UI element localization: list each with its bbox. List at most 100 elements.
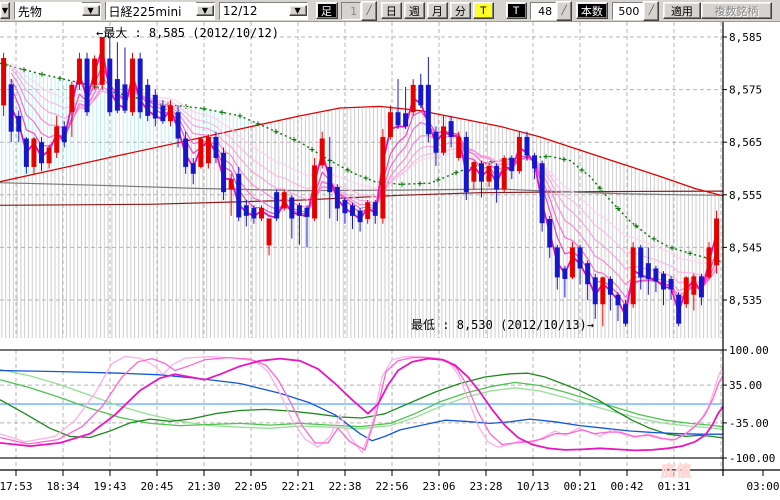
candle [547, 219, 552, 247]
candle [699, 276, 704, 297]
price-axis-label: 8,555 [729, 189, 762, 202]
dropdown-arrow-icon[interactable]: ▼ [289, 5, 307, 16]
candle [623, 304, 628, 323]
candle [707, 247, 712, 277]
dropdown-arrow-icon[interactable]: ▼ [196, 5, 214, 16]
time-axis-label: 00:21 [563, 480, 596, 493]
candle [615, 295, 620, 306]
candle [631, 247, 636, 304]
candle [107, 59, 112, 113]
candle [342, 200, 347, 213]
candle [540, 163, 545, 223]
price-chart-svg[interactable]: 8,5858,5758,5658,5558,5458,535100.0035.0… [0, 22, 780, 500]
candle [714, 218, 719, 265]
ashi-button[interactable]: 足 [316, 2, 338, 19]
candle [449, 121, 454, 137]
candle [198, 139, 203, 167]
candle [456, 137, 461, 158]
tick-black-button[interactable]: T [506, 2, 527, 19]
candle [236, 174, 241, 218]
time-axis-label: 22:21 [281, 480, 314, 493]
time-axis-label: 10/13 [516, 480, 549, 493]
toolbar: ▼ 先物 ▼ 日経225mini ▼ 12/12 ▼ 足 1 ╱ 日 週 月 分… [0, 0, 780, 22]
candle [418, 85, 423, 106]
candle [77, 59, 82, 85]
candle [297, 205, 302, 216]
period-month-button[interactable]: 月 [427, 2, 448, 19]
category-combobox[interactable]: 先物 ▼ [14, 2, 101, 20]
candle [517, 137, 522, 171]
period-minute-button[interactable]: 分 [450, 2, 471, 19]
edge-combo-arrow-button[interactable]: ▼ [0, 2, 10, 19]
oscillator-layer [0, 350, 723, 458]
symbol-combobox[interactable]: 日経225mini ▼ [105, 2, 215, 20]
dropdown-arrow-icon[interactable]: ▼ [82, 5, 100, 16]
candle [168, 105, 173, 121]
candle [267, 218, 272, 245]
osc-axis-label: -35.00 [729, 417, 769, 430]
candle [130, 59, 135, 113]
apply-button[interactable]: 適用 [663, 2, 701, 19]
candle [388, 112, 393, 137]
time-axis-label: 17:53 [0, 480, 33, 493]
candle [464, 137, 469, 192]
multi-symbol-button: 複数銘柄 [701, 2, 772, 19]
interval-spin-button[interactable]: ╱ [361, 1, 377, 21]
price-axis-label: 8,585 [729, 31, 762, 44]
candle [160, 105, 165, 121]
candle [115, 79, 120, 111]
candle [638, 247, 643, 277]
period-week-button[interactable]: 週 [404, 2, 425, 19]
candle [39, 142, 44, 163]
candle [578, 247, 583, 268]
candle [350, 205, 355, 216]
candle [479, 163, 484, 181]
time-axis-label: 01:31 [657, 480, 690, 493]
candle [532, 155, 537, 168]
price-axis-label: 8,575 [729, 84, 762, 97]
time-axis-label: 23:06 [422, 480, 455, 493]
candle [62, 126, 67, 142]
tick-count-spin-button[interactable]: ╱ [556, 1, 572, 21]
chart-area[interactable]: 8,5858,5758,5658,5558,5458,535100.0035.0… [0, 22, 780, 500]
contract-month-combobox[interactable]: 12/12 ▼ [219, 2, 308, 20]
candle [380, 137, 385, 219]
bars-value: 500 [613, 3, 643, 18]
bars-spin-button[interactable]: ╱ [643, 1, 659, 21]
candle [471, 162, 476, 181]
osc-axis-label: 35.00 [729, 379, 762, 392]
period-day-button[interactable]: 日 [381, 2, 402, 19]
candle [229, 179, 234, 190]
price-axis-label: 8,535 [729, 294, 762, 307]
tick-yellow-button[interactable]: T [473, 2, 494, 19]
tick-count-field[interactable]: 48 [530, 2, 556, 20]
candle [85, 59, 90, 113]
candles-layer[interactable] [1, 37, 719, 326]
candle [305, 208, 310, 217]
category-value: 先物 [15, 2, 82, 20]
candle [585, 263, 590, 284]
candle [669, 279, 674, 290]
tick-count-value: 48 [531, 3, 555, 18]
honsu-button[interactable]: 本数 [576, 2, 608, 19]
candle [183, 139, 188, 167]
candle [433, 132, 438, 153]
contract-month-value: 12/12 [220, 3, 289, 18]
candle [358, 211, 363, 223]
time-axis-label: 03:00 [746, 480, 779, 493]
candle [676, 295, 681, 324]
osc-axis-label: -100.00 [729, 452, 775, 465]
candle [31, 139, 36, 167]
trading-chart-window: ▼ 先物 ▼ 日経225mini ▼ 12/12 ▼ 足 1 ╱ 日 週 月 分… [0, 0, 780, 500]
time-axis-label: 23:28 [469, 480, 502, 493]
dropdown-arrow-icon: ▼ [2, 6, 8, 15]
candle [494, 166, 499, 190]
bars-field[interactable]: 500 [612, 2, 644, 20]
candle [441, 126, 446, 152]
interval-field[interactable]: 1 [341, 2, 361, 20]
candle [312, 165, 317, 218]
candle [653, 268, 658, 281]
time-axis-label: 18:34 [46, 480, 79, 493]
candle [320, 139, 325, 166]
candle [244, 205, 249, 216]
